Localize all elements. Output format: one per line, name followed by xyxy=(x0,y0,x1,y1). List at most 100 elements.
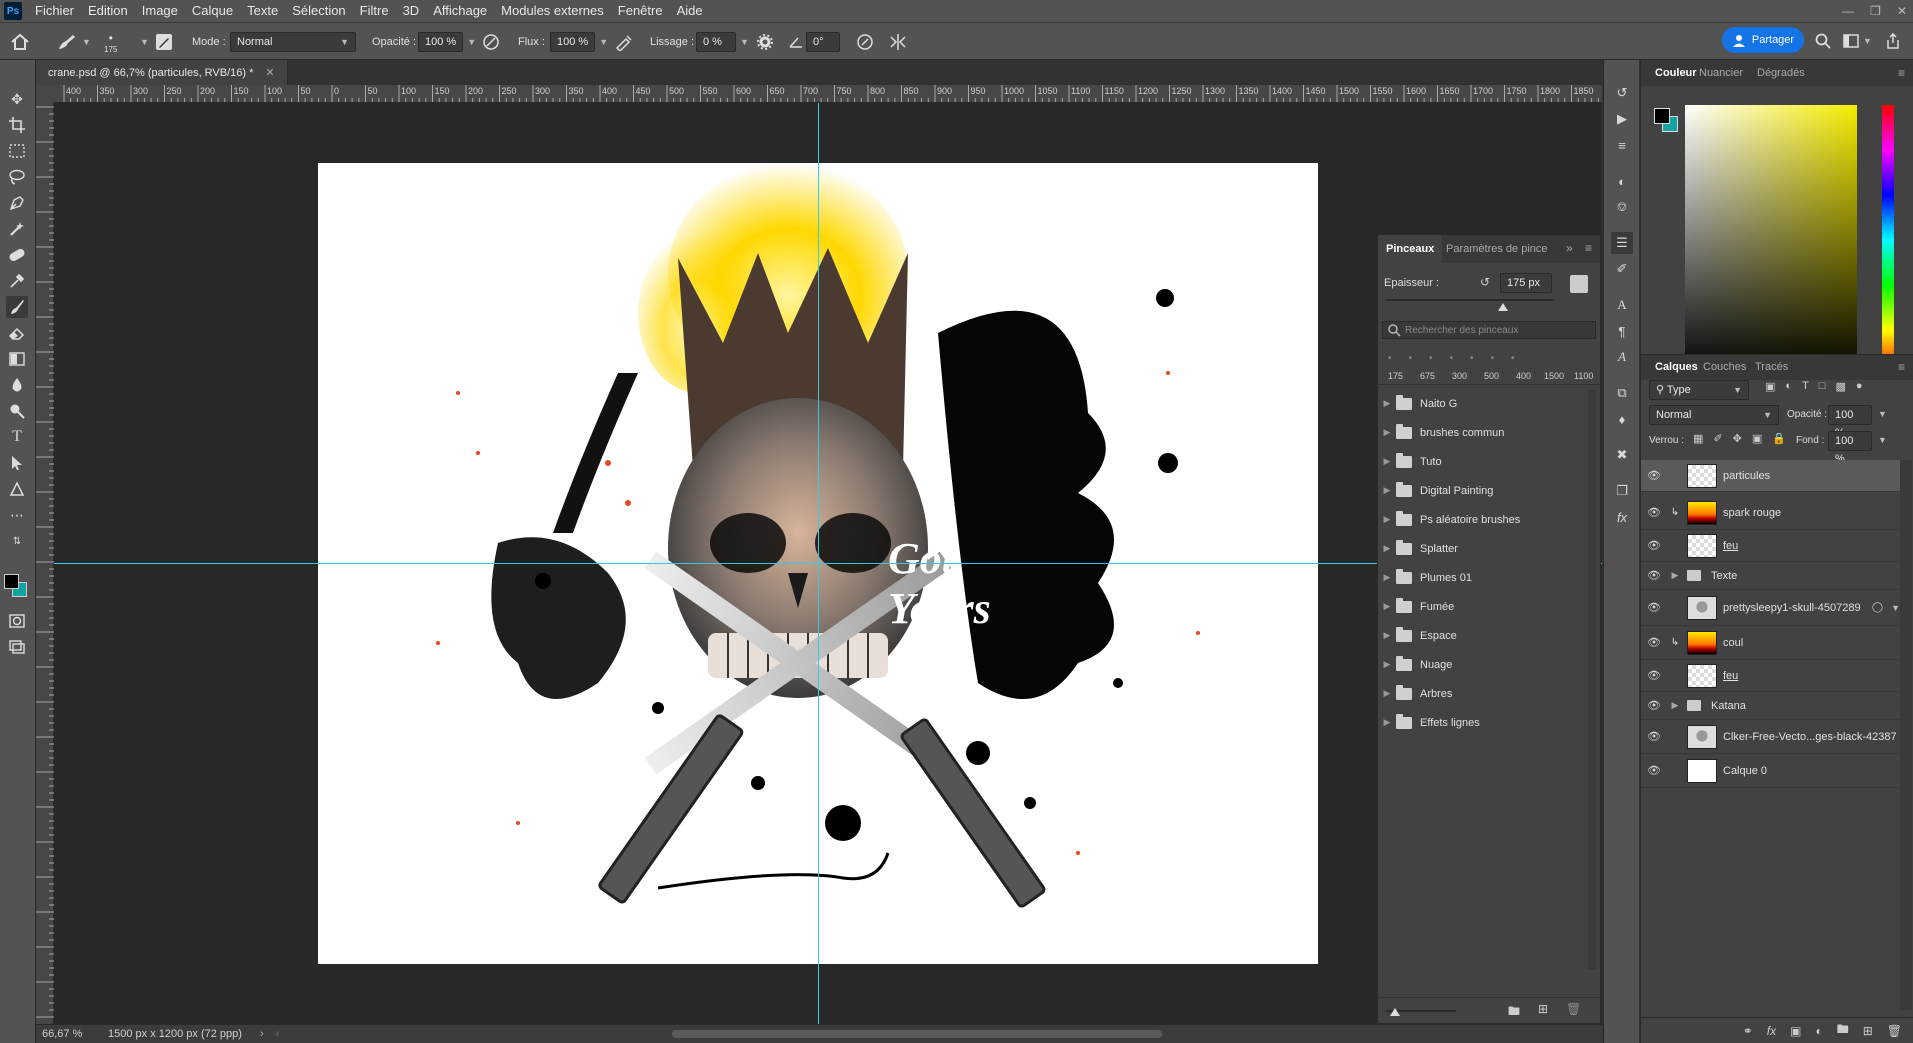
layer-opacity-input[interactable]: 100 % xyxy=(1828,405,1872,439)
character-icon[interactable]: A xyxy=(1611,294,1633,316)
hue-slider[interactable] xyxy=(1882,105,1894,375)
visibility-eye-icon[interactable]: 👁 xyxy=(1641,601,1667,614)
paragraph-icon[interactable]: ¶ xyxy=(1611,320,1633,342)
close-tab-icon[interactable]: ✕ xyxy=(265,66,274,79)
layers-scrollbar[interactable] xyxy=(1900,460,1912,1010)
brush-size-input[interactable]: 175 px xyxy=(1500,273,1552,293)
brush-folder[interactable]: ▶ Naito G xyxy=(1378,389,1586,418)
expand-panel-icon[interactable]: » xyxy=(1566,241,1573,255)
visibility-eye-icon[interactable]: 👁 xyxy=(1641,669,1667,682)
smoothing-options-gear-icon[interactable] xyxy=(756,23,774,61)
brush-search-input[interactable]: Rechercher des pinceaux xyxy=(1382,321,1596,339)
brush-presets-icon[interactable]: ✐ xyxy=(1611,258,1633,280)
glyphs-icon[interactable]: A xyxy=(1611,346,1633,368)
angle-input[interactable]: 0° xyxy=(806,23,840,61)
chevron-down-icon[interactable]: ▼ xyxy=(136,23,149,61)
chevron-down-icon[interactable]: ▼ xyxy=(1878,409,1887,419)
lasso-tool-icon[interactable] xyxy=(6,166,28,188)
lock-position-icon[interactable]: ✥ xyxy=(1733,432,1742,445)
new-group-folder-icon[interactable]: 🖿 xyxy=(1508,1002,1520,1023)
zoom-level[interactable]: 66,67 % xyxy=(42,1028,98,1040)
blur-tool-icon[interactable] xyxy=(6,374,28,396)
brush-folder[interactable]: ▶ Plumes 01 xyxy=(1378,563,1586,592)
menu-calque[interactable]: Calque xyxy=(185,0,240,22)
horizontal-guide[interactable] xyxy=(54,563,1602,564)
scroll-left-icon[interactable]: ‹ xyxy=(276,1028,280,1040)
visibility-eye-icon[interactable]: 👁 xyxy=(1641,730,1667,743)
menu-selection[interactable]: Sélection xyxy=(285,0,352,22)
menu-image[interactable]: Image xyxy=(135,0,185,22)
document-info[interactable]: 1500 px x 1200 px (72 ppp) xyxy=(108,1028,242,1040)
fill-input[interactable]: 100 % xyxy=(1828,431,1872,465)
menu-edition[interactable]: Edition xyxy=(81,0,135,22)
flow-input[interactable]: 100 % ▼ xyxy=(550,23,608,61)
tab-degrades[interactable]: Dégradés xyxy=(1749,60,1813,86)
status-chevron-right-icon[interactable]: › xyxy=(260,1028,264,1040)
lock-artboard-icon[interactable]: ▣ xyxy=(1752,432,1762,445)
type-tool-icon[interactable]: T xyxy=(6,426,28,448)
chevron-down-icon[interactable]: ▼ xyxy=(1878,435,1887,445)
tab-brush-settings[interactable]: Paramètres de pince xyxy=(1438,235,1556,263)
move-tool-icon[interactable]: ✥ xyxy=(6,88,28,110)
brush-folder[interactable]: ▶ Effets lignes xyxy=(1378,708,1586,737)
filter-shape-icon[interactable]: □ xyxy=(1819,380,1826,393)
layer-row[interactable]: 👁 Calque 0 xyxy=(1641,754,1900,788)
search-icon[interactable] xyxy=(1815,22,1831,60)
menu-aide[interactable]: Aide xyxy=(670,0,710,22)
brush-tool-icon[interactable] xyxy=(6,296,28,318)
brush-settings-icon[interactable]: ☰ xyxy=(1611,232,1633,254)
path-selection-tool-icon[interactable] xyxy=(6,452,28,474)
menu-modules-externes[interactable]: Modules externes xyxy=(494,0,611,22)
chevron-down-icon[interactable]: ▼ xyxy=(740,37,749,47)
layer-row[interactable]: 👁 feu xyxy=(1641,530,1900,562)
history-icon[interactable]: ↺ xyxy=(1611,82,1633,104)
pressure-size-icon[interactable] xyxy=(856,23,874,61)
healing-brush-tool-icon[interactable] xyxy=(6,244,28,266)
brush-folder[interactable]: ▶ Ps aléatoire brushes xyxy=(1378,505,1586,534)
canvas-area[interactable]: Got Yours xyxy=(54,103,1602,1024)
tab-traces[interactable]: Tracés xyxy=(1747,354,1796,380)
brush-settings-toggle-icon[interactable] xyxy=(155,23,173,61)
brush-size-picker[interactable]: • 175 xyxy=(104,23,117,61)
eraser-tool-icon[interactable] xyxy=(6,322,28,344)
filter-type-icon[interactable]: T xyxy=(1802,380,1809,393)
filter-toggle-icon[interactable]: ● xyxy=(1856,380,1863,393)
brush-preset-675[interactable]: 675 xyxy=(1420,371,1435,381)
pressure-opacity-icon[interactable] xyxy=(482,23,500,61)
quick-selection-tool-icon[interactable] xyxy=(6,218,28,240)
brush-folder[interactable]: ▶ brushes commun xyxy=(1378,418,1586,447)
color-panel-foreground-swatch[interactable] xyxy=(1654,108,1670,124)
brush-preset-400[interactable]: 400 xyxy=(1516,371,1531,381)
minimize-icon[interactable]: — xyxy=(1842,4,1854,18)
preview-slider-handle-icon[interactable] xyxy=(1390,1008,1400,1016)
link-layers-icon[interactable]: ⚭ xyxy=(1743,1024,1753,1038)
new-layer-icon[interactable]: ⊞ xyxy=(1863,1024,1873,1038)
menu-fenetre[interactable]: Fenêtre xyxy=(611,0,670,22)
foreground-color-swatch[interactable] xyxy=(4,574,19,589)
menu-fichier[interactable]: Fichier xyxy=(28,0,81,22)
slider-handle-icon[interactable] xyxy=(1498,303,1508,311)
brush-preset-500[interactable]: 500 xyxy=(1484,371,1499,381)
more-tools-icon[interactable]: ⋯ xyxy=(6,504,28,526)
brushes-scrollbar[interactable] xyxy=(1588,389,1596,969)
lock-all-icon[interactable]: 🔒 xyxy=(1772,432,1786,445)
chevron-down-icon[interactable]: ▼ xyxy=(599,37,608,47)
menu-affichage[interactable]: Affichage xyxy=(426,0,494,22)
gradient-tool-icon[interactable] xyxy=(6,348,28,370)
adjustments-icon[interactable]: ≡ xyxy=(1611,134,1633,156)
reset-size-icon[interactable]: ↺ xyxy=(1480,275,1490,289)
layer-row[interactable]: 👁 feu xyxy=(1641,660,1900,692)
layers-panel-menu-icon[interactable]: ≡ xyxy=(1898,360,1905,374)
new-group-icon[interactable]: 🖿 xyxy=(1837,1020,1849,1041)
visibility-eye-icon[interactable]: 👁 xyxy=(1641,569,1667,582)
layer-row[interactable]: 👁 ↳ coul xyxy=(1641,626,1900,660)
visibility-eye-icon[interactable]: 👁 xyxy=(1641,469,1667,482)
brush-preset-1100[interactable]: 1100 xyxy=(1574,371,1593,381)
chevron-down-icon[interactable]: ▼ xyxy=(467,37,476,47)
home-icon[interactable] xyxy=(10,23,30,61)
actions-play-icon[interactable]: ▶ xyxy=(1611,108,1633,130)
brush-tool-preset-icon[interactable]: ▼ xyxy=(56,23,91,61)
layer-group-row[interactable]: 👁 ▶ Katana xyxy=(1641,692,1900,720)
menu-texte[interactable]: Texte xyxy=(240,0,285,22)
color-picker-field[interactable] xyxy=(1685,105,1857,375)
